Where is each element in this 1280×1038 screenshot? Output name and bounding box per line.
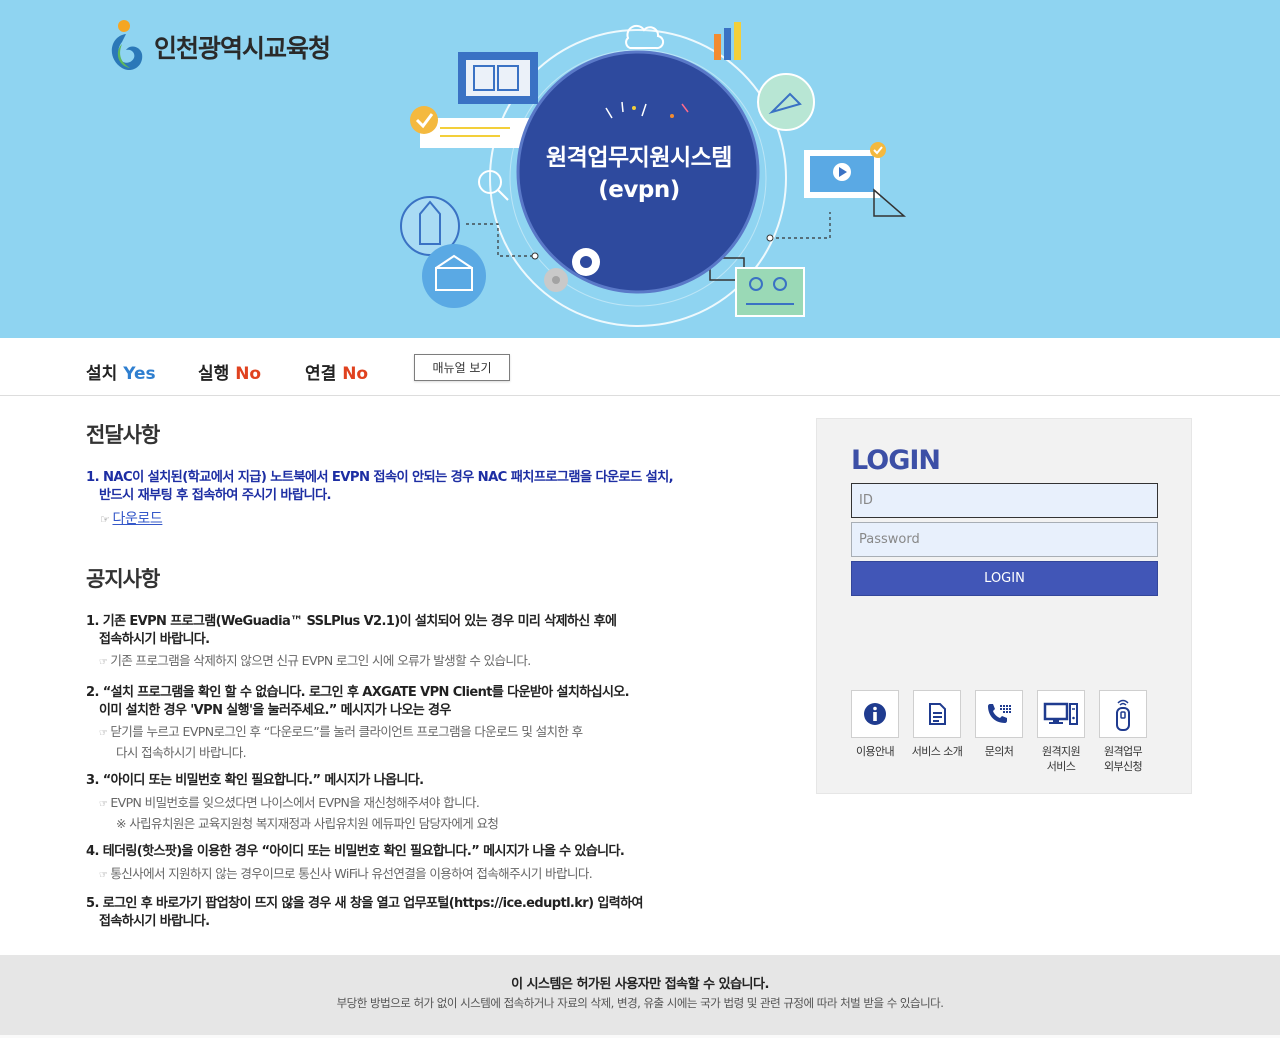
service-label: 원격지원 서비스 — [1031, 744, 1091, 774]
notice-subtext: 기존 프로그램을 삭제하지 않으면 신규 EVPN 로그인 시에 오류가 발생할… — [110, 653, 531, 668]
service-intro[interactable]: 서비스 소개 — [907, 690, 967, 759]
notice-text: 5. 로그인 후 바로가기 팝업창이 뜨지 않을 경우 새 창을 열고 업무포털… — [86, 896, 643, 911]
run-status: 실행 No — [198, 359, 261, 384]
notice-text: 이미 설치한 경우 'VPN 실행'을 눌러주세요.” 메시지가 나오는 경우 — [99, 703, 451, 718]
run-label: 실행 — [198, 364, 230, 384]
deliver-line1: 1. NAC이 설치된(학교에서 지급) 노트북에서 EVPN 접속이 안되는 … — [86, 470, 674, 485]
notice-item: 3. “아이디 또는 비밀번호 확인 필요합니다.” 메시지가 나옵니다. ☞ E… — [86, 772, 666, 833]
notice-text: 1. 기존 EVPN 프로그램(WeGuadia™ SSLPlus V2.1)이… — [86, 614, 617, 629]
service-label: 원격업무 외부신청 — [1093, 744, 1153, 774]
notice-item: 5. 로그인 후 바로가기 팝업창이 뜨지 않을 경우 새 창을 열고 업무포털… — [86, 895, 666, 931]
service-external-request[interactable]: 원격업무 외부신청 — [1093, 690, 1153, 774]
hero-title-line2: (evpn) — [598, 177, 680, 203]
notice-text: 접속하시기 바랍니다. — [99, 632, 210, 647]
service-label: 서비스 소개 — [911, 745, 963, 758]
document-icon — [929, 703, 946, 725]
service-label-line: 원격업무 — [1103, 745, 1143, 758]
service-guide[interactable]: 이용안내 — [845, 690, 905, 759]
notice-subtext: EVPN 비밀번호를 잊으셨다면 나이스에서 EVPN을 재신청해주셔야 합니다… — [110, 795, 480, 810]
notice-text: 2. “설치 프로그램을 확인 할 수 없습니다. 로그인 후 AXGATE V… — [86, 685, 630, 700]
footer-main-text: 이 시스템은 허가된 사용자만 접속할 수 있습니다. — [511, 977, 769, 992]
notice-item: 2. “설치 프로그램을 확인 할 수 없습니다. 로그인 후 AXGATE V… — [86, 684, 666, 762]
notice-item: 1. 기존 EVPN 프로그램(WeGuadia™ SSLPlus V2.1)이… — [86, 613, 666, 672]
hero-title-line1: 원격업무지원시스템 — [546, 145, 732, 171]
phone-icon — [988, 704, 1011, 723]
notice-item: 4. 테더링(핫스팟)을 이용한 경우 “아이디 또는 비밀번호 확인 필요합니… — [86, 843, 666, 885]
notice-text: 접속하시기 바랍니다. — [99, 914, 210, 929]
login-panel: LOGIN LOGIN 이용안내 서비스 소개 — [816, 418, 1192, 794]
notice-subtext: 다시 접속하시기 바랍니다. — [116, 745, 247, 760]
footer-sub-text: 부당한 방법으로 허가 없이 시스템에 접속하거나 자료의 삭제, 변경, 유출… — [336, 996, 944, 1010]
usb-key-icon — [1116, 699, 1130, 731]
logo-mark-icon — [111, 20, 143, 71]
login-title: LOGIN — [851, 445, 941, 476]
service-label: 문의처 — [984, 745, 1014, 758]
logo[interactable]: 인천광역시교육청 — [104, 18, 331, 76]
notice-subtext: 닫기를 누르고 EVPN로그인 후 “다운로드”를 눌러 클라이언트 프로그램을… — [110, 724, 583, 739]
logo-text: 인천광역시교육청 — [154, 34, 331, 63]
notice-text: 3. “아이디 또는 비밀번호 확인 필요합니다.” 메시지가 나옵니다. — [86, 773, 424, 788]
computer-icon — [1043, 702, 1078, 725]
info-icon — [864, 703, 886, 725]
install-status: 설치 Yes — [86, 359, 156, 384]
hand-pointer-icon: ☞ — [99, 657, 108, 668]
service-label-line: 원격지원 — [1041, 745, 1081, 758]
hand-pointer-icon: ☞ — [99, 799, 108, 810]
manual-button[interactable]: 매뉴얼 보기 — [414, 354, 510, 381]
service-label-line: 외부신청 — [1103, 760, 1143, 773]
install-value: Yes — [123, 364, 156, 384]
service-contact[interactable]: 문의처 — [969, 690, 1029, 759]
service-label-line: 서비스 — [1046, 760, 1076, 773]
download-link[interactable]: 다운로드 — [112, 511, 162, 527]
notice-subtext: ※ 사립유치원은 교육지원청 복지재정과 사립유치원 에듀파인 담당자에게 요청 — [116, 816, 499, 831]
hand-pointer-icon: ☞ — [100, 513, 110, 526]
id-input[interactable] — [851, 483, 1158, 518]
deliver-line2: 반드시 재부팅 후 접속하여 주시기 바랍니다. — [99, 488, 332, 503]
hand-pointer-icon: ☞ — [99, 870, 108, 881]
connect-value: No — [342, 364, 369, 384]
hero-banner: 인천광역시교육청 원격업무지원시스템 (evpn) — [0, 0, 1280, 338]
run-value: No — [235, 364, 262, 384]
notice-subtext: 통신사에서 지원하지 않는 경우이므로 통신사 WiFi나 유선연결을 이용하여… — [110, 866, 593, 881]
connect-status: 연결 No — [305, 359, 368, 384]
deliver-message: 1. NAC이 설치된(학교에서 지급) 노트북에서 EVPN 접속이 안되는 … — [86, 469, 706, 505]
service-remote-support[interactable]: 원격지원 서비스 — [1031, 690, 1091, 774]
notice-text: 4. 테더링(핫스팟)을 이용한 경우 “아이디 또는 비밀번호 확인 필요합니… — [86, 844, 625, 859]
password-input[interactable] — [851, 522, 1158, 557]
hand-pointer-icon: ☞ — [99, 728, 108, 739]
notices-title: 공지사항 — [86, 567, 160, 591]
footer: 이 시스템은 허가된 사용자만 접속할 수 있습니다. 부당한 방법으로 허가 … — [0, 955, 1280, 1038]
login-button[interactable]: LOGIN — [851, 561, 1158, 596]
connect-label: 연결 — [305, 364, 337, 384]
hero-title: 원격업무지원시스템 (evpn) — [520, 142, 758, 206]
service-label: 이용안내 — [855, 745, 895, 758]
download-row: ☞ 다운로드 — [100, 508, 163, 528]
install-label: 설치 — [86, 364, 118, 384]
deliver-title: 전달사항 — [86, 423, 160, 447]
status-bar: 설치 Yes 실행 No 연결 No 매뉴얼 보기 — [0, 338, 1280, 396]
